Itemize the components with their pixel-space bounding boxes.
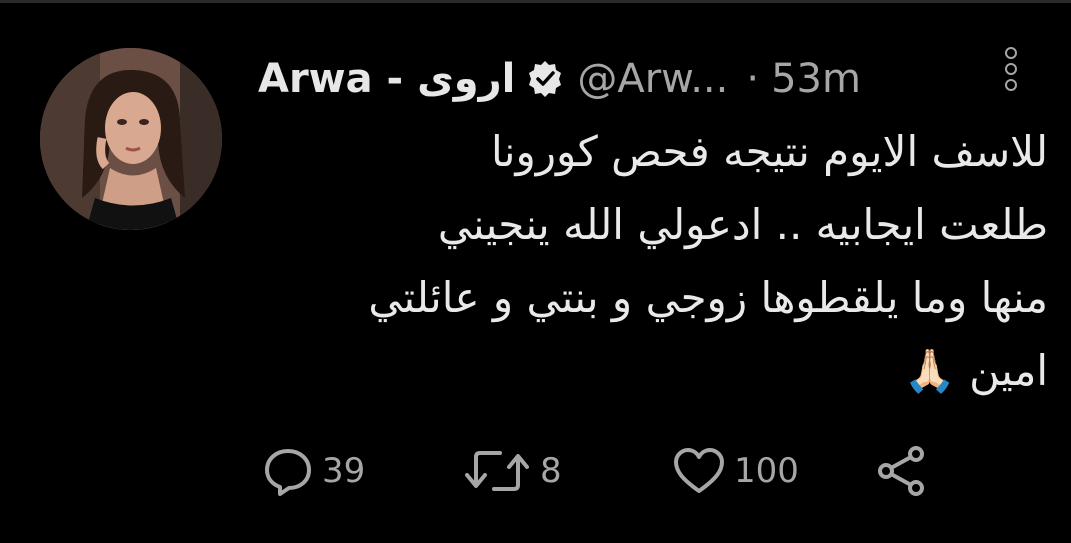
tweet-text-line: منها وما يلقطوها زوجي و بنتي و عائلتي [368, 273, 1048, 322]
verified-badge-icon [525, 59, 565, 99]
tweet-card[interactable]: Arwa - اروى @Arw... · 53m للاسف الايوم ن… [0, 0, 1071, 543]
retweet-count: 8 [540, 451, 562, 491]
tweet-text: للاسف الايوم نتيجه فحص كورونا طلعت ايجاب… [258, 115, 1048, 407]
heart-icon [672, 445, 726, 497]
like-button[interactable]: 100 [672, 443, 799, 499]
author-name[interactable]: Arwa - اروى [258, 56, 515, 102]
tweet-actions: 39 8 100 [262, 443, 962, 503]
tweet-text-line: امين 🙏🏻 [903, 346, 1048, 395]
reply-count: 39 [322, 451, 366, 491]
author-handle[interactable]: @Arw... [577, 56, 728, 102]
separator-dot: · [746, 56, 760, 102]
more-vertical-icon[interactable] [1001, 47, 1021, 103]
share-icon [874, 445, 930, 497]
tweet-text-line: للاسف الايوم نتيجه فحص كورونا [491, 127, 1048, 176]
reply-button[interactable]: 39 [262, 443, 365, 499]
tweet-header: Arwa - اروى @Arw... · 53m [258, 49, 861, 109]
tweet-text-line: طلعت ايجابيه .. ادعولي الله ينجيني [437, 200, 1048, 249]
retweet-icon [462, 445, 532, 497]
share-button[interactable] [874, 443, 930, 499]
avatar[interactable] [40, 48, 222, 230]
retweet-button[interactable]: 8 [462, 443, 562, 499]
like-count: 100 [734, 451, 799, 491]
tweet-timestamp[interactable]: 53m [771, 56, 861, 102]
reply-icon [262, 445, 314, 497]
